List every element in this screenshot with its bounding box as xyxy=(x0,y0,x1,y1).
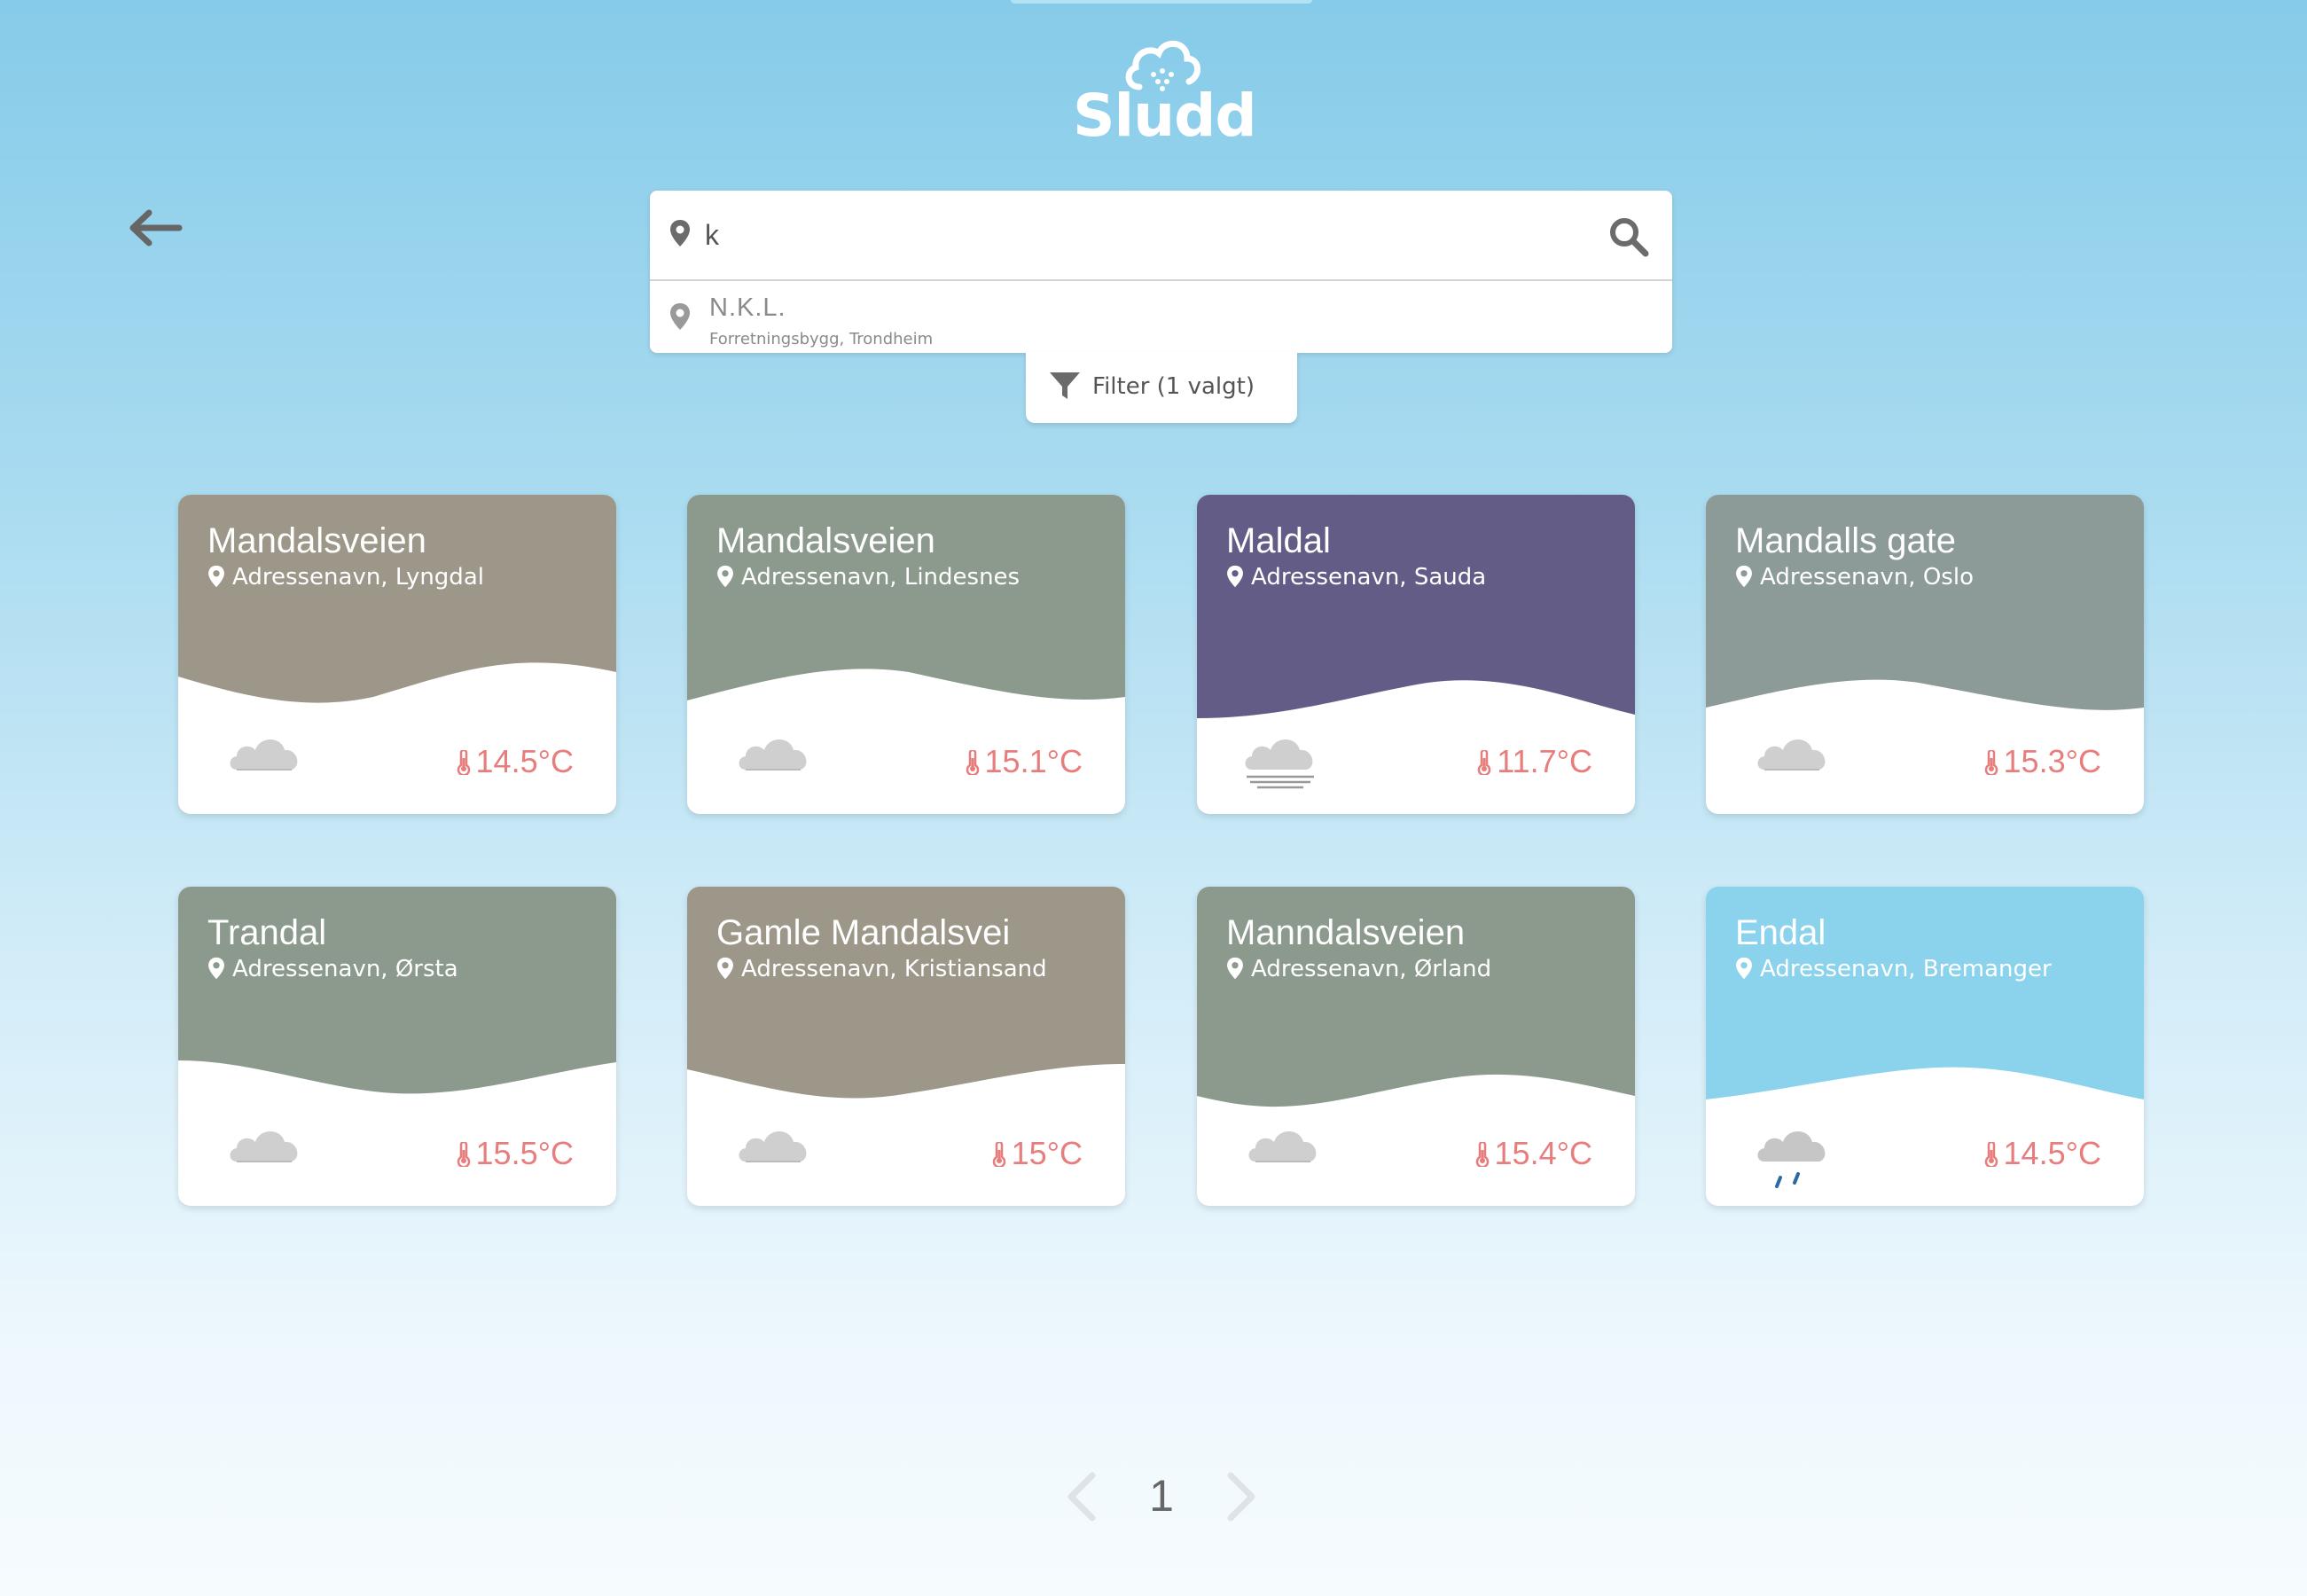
thermometer-icon xyxy=(1475,1142,1489,1167)
thermometer-icon xyxy=(992,1142,1005,1167)
card-address: Adressenavn, Oslo xyxy=(1760,564,1974,591)
location-pin-icon xyxy=(670,220,690,246)
card-title: Endal xyxy=(1735,913,1826,952)
card-temperature: 15.4°C xyxy=(1475,1135,1592,1172)
location-card[interactable]: Mandalls gate Adressenavn, Oslo 15.3°C xyxy=(1706,495,2144,814)
rain-icon xyxy=(1757,1131,1826,1188)
top-edge-tab xyxy=(1011,0,1312,4)
cloud-icon xyxy=(739,1131,807,1162)
cloud-icon xyxy=(739,739,807,771)
location-card[interactable]: Mandalsveien Adressenavn, Lyngdal 14.5°C xyxy=(178,495,616,814)
search-button[interactable] xyxy=(1607,215,1650,258)
card-address: Adressenavn, Ørland xyxy=(1251,956,1492,982)
card-address: Adressenavn, Lindesnes xyxy=(741,564,1021,591)
pagination: 1 xyxy=(1055,1454,1268,1534)
card-temperature: 15°C xyxy=(992,1135,1083,1172)
search-row xyxy=(650,191,1672,281)
card-title: Mandalls gate xyxy=(1735,521,1957,560)
thermometer-icon xyxy=(1984,750,1998,775)
location-pin-icon xyxy=(1227,957,1243,980)
location-pin-icon xyxy=(670,303,690,330)
logo-text: Sludd xyxy=(1073,82,1257,150)
card-temp-value: 11.7°C xyxy=(1497,743,1592,779)
card-temperature: 15.5°C xyxy=(457,1135,574,1172)
card-address: Adressenavn, Ørsta xyxy=(232,956,458,982)
filter-label: Filter (1 valgt) xyxy=(1092,373,1255,400)
card-temp-value: 15.1°C xyxy=(984,743,1083,779)
location-pin-icon xyxy=(208,565,224,588)
thermometer-icon xyxy=(1477,750,1491,775)
thermometer-icon xyxy=(457,750,470,775)
card-address: Adressenavn, Sauda xyxy=(1251,564,1487,591)
thermometer-icon xyxy=(1984,1142,1998,1167)
filter-icon xyxy=(1050,372,1080,399)
suggestion-subtitle: Forretningsbygg, Trondheim xyxy=(709,330,934,348)
location-pin-icon xyxy=(717,565,733,588)
search-suggestion[interactable]: N.K.L. Forretningsbygg, Trondheim xyxy=(650,281,1672,353)
chevron-right-icon[interactable] xyxy=(1224,1472,1259,1522)
card-temperature: 14.5°C xyxy=(1984,1135,2101,1172)
cloud-icon xyxy=(1757,739,1826,771)
card-temp-value: 15°C xyxy=(1011,1135,1083,1171)
card-temp-value: 14.5°C xyxy=(2003,1135,2101,1171)
card-address: Adressenavn, Lyngdal xyxy=(232,564,484,591)
location-card[interactable]: Endal Adressenavn, Bremanger 14.5°C xyxy=(1706,887,2144,1206)
location-card[interactable]: Maldal Adressenavn, Sauda 11.7°C xyxy=(1197,495,1635,814)
card-address: Adressenavn, Bremanger xyxy=(1760,956,2052,982)
card-title: Manndalsveien xyxy=(1226,913,1466,952)
back-button[interactable] xyxy=(124,206,195,259)
thermometer-icon xyxy=(966,750,979,775)
card-title: Mandalsveien xyxy=(716,521,935,560)
card-temp-value: 15.5°C xyxy=(475,1135,574,1171)
arrow-left-icon xyxy=(129,209,183,246)
suggestion-title: N.K.L. xyxy=(709,293,786,322)
card-title: Trandal xyxy=(207,913,327,952)
location-pin-icon xyxy=(1736,565,1752,588)
cloud-icon xyxy=(230,1131,298,1162)
card-temperature: 15.1°C xyxy=(966,743,1083,780)
card-address: Adressenavn, Kristiansand xyxy=(741,956,1047,982)
location-pin-icon xyxy=(717,957,733,980)
card-temp-value: 15.3°C xyxy=(2003,743,2101,779)
search-icon xyxy=(1610,218,1649,257)
card-temp-value: 15.4°C xyxy=(1494,1135,1592,1171)
cloud-icon xyxy=(1248,1131,1317,1162)
card-title: Maldal xyxy=(1226,521,1331,560)
card-temperature: 11.7°C xyxy=(1477,743,1592,780)
sludd-logo: Sludd xyxy=(1073,35,1257,150)
cloud-icon xyxy=(230,739,298,771)
fog-icon xyxy=(1245,739,1314,789)
location-card[interactable]: Manndalsveien Adressenavn, Ørland 15.4°C xyxy=(1197,887,1635,1206)
search-input[interactable] xyxy=(705,212,1556,258)
filter-button[interactable]: Filter (1 valgt) xyxy=(1026,352,1297,423)
thermometer-icon xyxy=(457,1142,470,1167)
search-box: N.K.L. Forretningsbygg, Trondheim xyxy=(650,191,1672,353)
card-title: Mandalsveien xyxy=(207,521,426,560)
location-pin-icon xyxy=(1736,957,1752,980)
card-title: Gamle Mandalsvei xyxy=(716,913,1011,952)
card-temperature: 14.5°C xyxy=(457,743,574,780)
location-card[interactable]: Gamle Mandalsvei Adressenavn, Kristiansa… xyxy=(687,887,1125,1206)
location-pin-icon xyxy=(208,957,224,980)
location-card[interactable]: Mandalsveien Adressenavn, Lindesnes 15.1… xyxy=(687,495,1125,814)
card-temp-value: 14.5°C xyxy=(475,743,574,779)
card-temperature: 15.3°C xyxy=(1984,743,2101,780)
location-pin-icon xyxy=(1227,565,1243,588)
location-card[interactable]: Trandal Adressenavn, Ørsta 15.5°C xyxy=(178,887,616,1206)
